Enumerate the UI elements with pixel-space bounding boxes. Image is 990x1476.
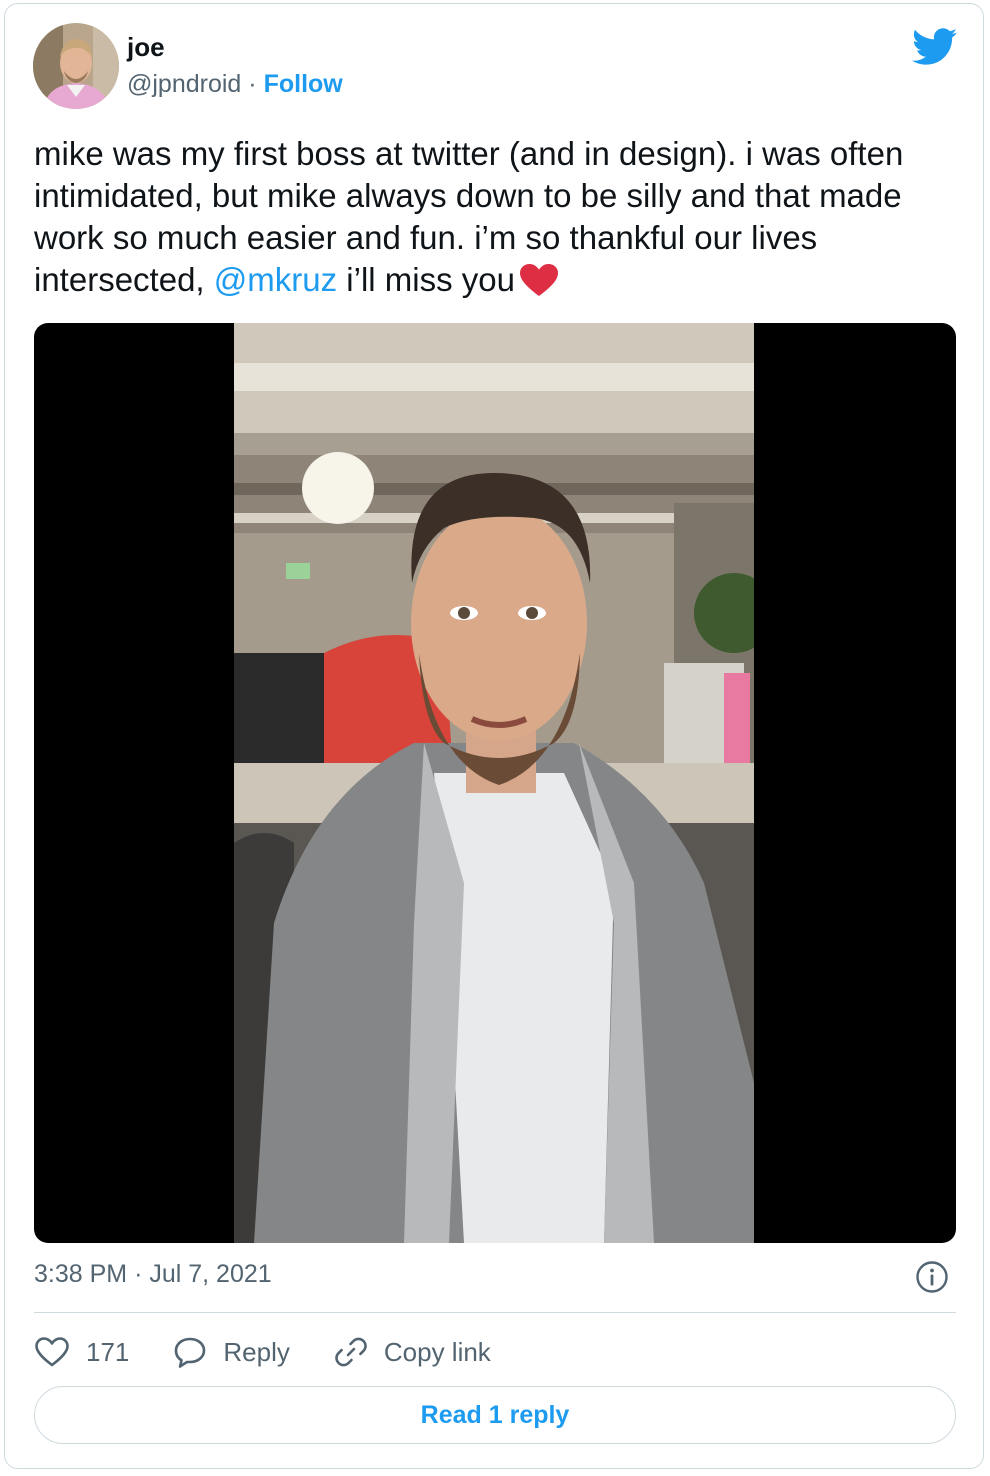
author-handle[interactable]: @jpndroid	[127, 70, 241, 98]
separator-dot: ·	[248, 70, 257, 98]
link-icon	[335, 1337, 367, 1367]
avatar[interactable]	[33, 23, 119, 109]
reply-button[interactable]: Reply	[173, 1336, 290, 1368]
tweet-date: Jul 7, 2021	[149, 1260, 272, 1288]
reply-label: Reply	[223, 1336, 290, 1367]
like-count: 171	[86, 1336, 130, 1367]
author-handle-row: @jpndroid · Follow	[127, 70, 343, 99]
video-player[interactable]	[34, 323, 956, 1243]
separator-dot: ·	[134, 1260, 143, 1288]
twitter-bird-icon[interactable]	[912, 28, 958, 66]
read-reply-label: Read 1 reply	[420, 1400, 570, 1429]
red-heart-emoji	[519, 263, 559, 297]
tweet-time: 3:38 PM	[34, 1260, 128, 1288]
info-icon[interactable]	[915, 1260, 949, 1294]
tweet-text-part-2: i’ll miss you	[337, 261, 515, 298]
video-frame[interactable]	[234, 323, 754, 1243]
read-reply-button[interactable]: Read 1 reply	[34, 1386, 956, 1444]
like-button[interactable]: 171	[34, 1336, 129, 1368]
author-name[interactable]: joe	[127, 32, 165, 63]
tweet-text: mike was my first boss at twitter (and i…	[34, 133, 934, 301]
copy-link-button[interactable]: Copy link	[334, 1335, 491, 1369]
heart-outline-icon	[35, 1337, 69, 1367]
tweet-timestamp[interactable]: 3:38 PM · Jul 7, 2021	[34, 1260, 272, 1289]
action-bar: 171 Reply Copy link	[34, 1330, 535, 1374]
speech-bubble-icon	[175, 1337, 206, 1368]
divider	[34, 1312, 956, 1313]
follow-button[interactable]: Follow	[264, 70, 343, 98]
copy-link-label: Copy link	[383, 1336, 491, 1367]
mention-link[interactable]: @mkruz	[214, 261, 337, 298]
